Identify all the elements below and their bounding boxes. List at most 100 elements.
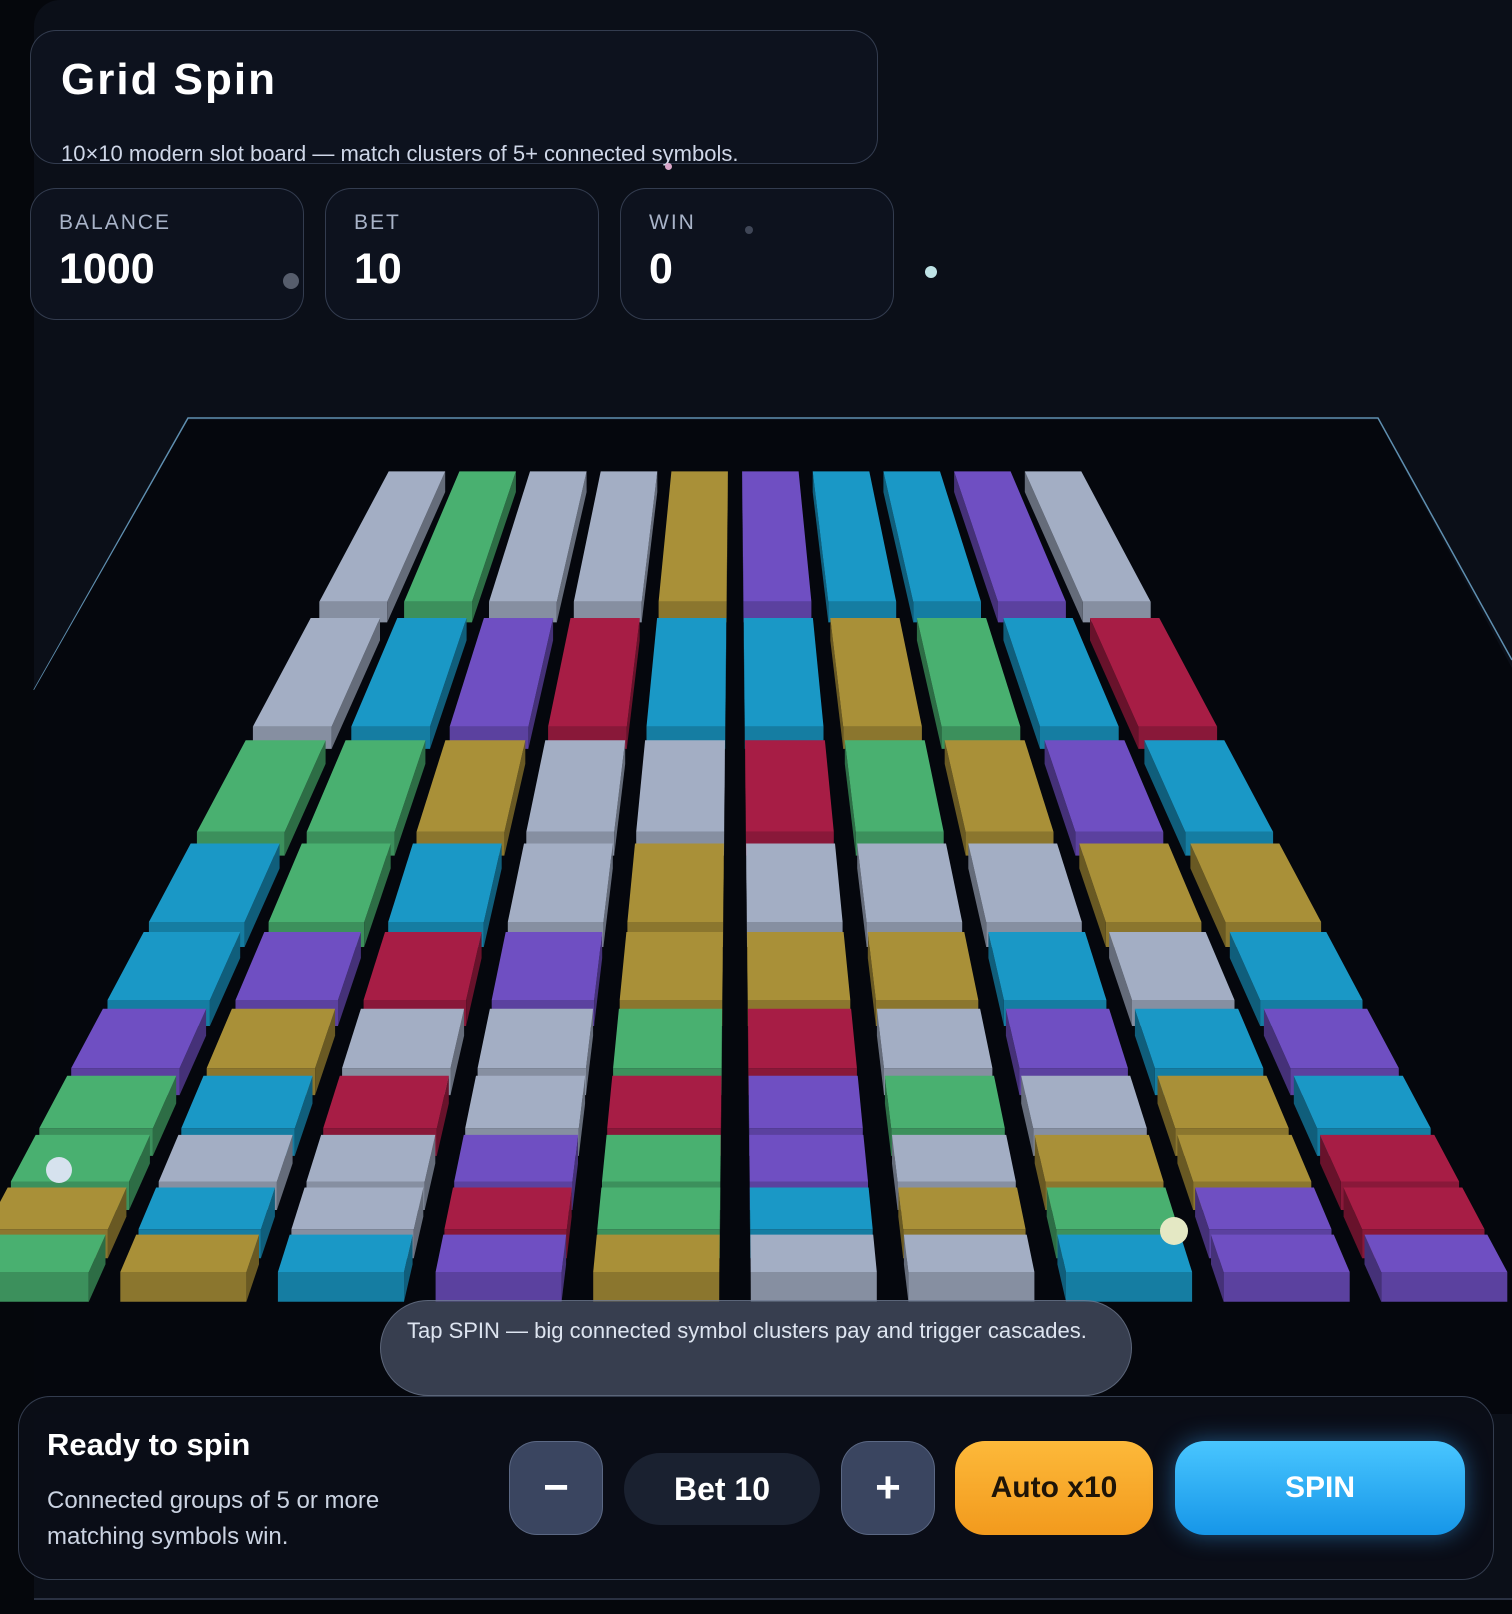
win-value: 0 [649,245,673,293]
cube-top-face [607,1075,722,1129]
spin-button[interactable]: SPIN [1175,1441,1465,1535]
cube-top-face [636,740,725,832]
sparkle-particle [665,163,672,170]
sparkle-particle [745,226,753,234]
cube-top-face [342,1008,465,1069]
cube-top-face [1046,1187,1179,1230]
page-title: Grid Spin [61,55,277,104]
symbol-cube [746,843,843,947]
balance-card: BALANCE 1000 [30,188,304,320]
cube-top-face [277,1234,413,1272]
cube-front-face [277,1272,404,1302]
win-card: WIN 0 [620,188,894,320]
cube-front-face [750,1272,877,1302]
cube-front-face [0,1272,89,1302]
increase-bet-button[interactable]: + [841,1441,935,1535]
auto-spin-button[interactable]: Auto x10 [955,1441,1153,1535]
symbol-cube [0,1234,106,1302]
symbol-cube [1364,1234,1508,1302]
bet-label: BET [354,211,401,234]
cube-top-face [477,1008,594,1069]
cube-top-face [435,1234,567,1272]
cube-top-face [745,740,834,832]
cube-top-face [491,932,603,1000]
cube-top-face [903,1234,1035,1272]
cube-top-face [892,1134,1016,1182]
balance-label: BALANCE [59,211,172,234]
symbol-cube [857,843,963,947]
win-label: WIN [649,211,696,234]
cube-top-face [1364,1234,1508,1272]
cube-top-face [627,843,724,922]
cube-top-face [306,1134,436,1182]
cube-top-face [1021,1075,1147,1129]
cube-top-face [749,1134,868,1182]
cube-top-face [749,1187,873,1230]
cube-top-face [593,1234,720,1272]
symbol-cube [507,843,613,947]
cube-top-face [1195,1187,1332,1230]
symbol-cube [636,740,725,856]
cube-top-face [750,1234,877,1272]
cube-front-face [120,1272,247,1302]
status-hint: Connected groups of 5 or more matching s… [47,1487,380,1550]
symbol-cube [435,1234,567,1302]
sparkle-particle [1160,1217,1188,1245]
cube-top-face [747,1008,857,1069]
symbol-cube [745,740,834,856]
balance-value: 1000 [59,245,155,293]
cube-front-face [1381,1272,1508,1302]
cube-top-face [1005,1008,1128,1069]
cube-top-face [602,1134,721,1182]
sparkle-particle [283,273,299,289]
cube-top-face [323,1075,449,1129]
cube-top-face [743,618,824,727]
title-card: Grid Spin 10×10 modern slot board — matc… [30,30,878,166]
symbol-cube [743,618,824,749]
sparkle-particle [925,266,937,278]
symbol-cube [750,1234,877,1302]
status-title: Ready to spin [47,1427,251,1462]
cube-top-face [291,1187,424,1230]
bet-display: Bet 10 [624,1453,820,1525]
symbol-cube [120,1234,259,1302]
cube-front-face [1223,1272,1350,1302]
cube-top-face [747,932,851,1000]
control-panel: Ready to spin Connected groups of 5 or m… [18,1396,1494,1580]
cube-front-face [593,1272,720,1302]
cube-top-face [867,932,979,1000]
tip-toast: Tap SPIN — big connected symbol clusters… [380,1300,1132,1396]
cube-top-face [597,1187,721,1230]
bet-value: 10 [354,245,402,293]
cube-top-face [1157,1075,1289,1129]
cube-front-face [435,1272,562,1302]
cube-top-face [857,843,963,922]
symbol-cube [593,1234,720,1302]
cube-top-face [444,1187,572,1230]
cube-top-face [507,843,613,922]
cube-front-face [1066,1272,1193,1302]
cube-top-face [884,1075,1005,1129]
cube-top-face [120,1234,259,1272]
cube-top-face [1177,1134,1312,1182]
cube-top-face [746,843,843,922]
cube-top-face [0,1187,127,1230]
page-subtitle: 10×10 modern slot board — match clusters… [61,141,739,166]
cube-top-face [646,618,727,727]
cube-top-face [619,932,723,1000]
decrease-bet-button[interactable]: − [509,1441,603,1535]
cube-top-face [0,1234,106,1272]
cube-top-face [876,1008,993,1069]
symbol-cube [903,1234,1035,1302]
cube-top-face [465,1075,586,1129]
cube-top-face [181,1075,313,1129]
cube-front-face [908,1272,1035,1302]
cube-top-face [1343,1187,1485,1230]
bet-card: BET 10 [325,188,599,320]
cube-top-face [898,1187,1026,1230]
symbol-cube [627,843,724,947]
symbol-cube [1211,1234,1350,1302]
divider [34,1598,1512,1600]
cube-top-face [10,1134,150,1182]
cube-top-face [454,1134,578,1182]
